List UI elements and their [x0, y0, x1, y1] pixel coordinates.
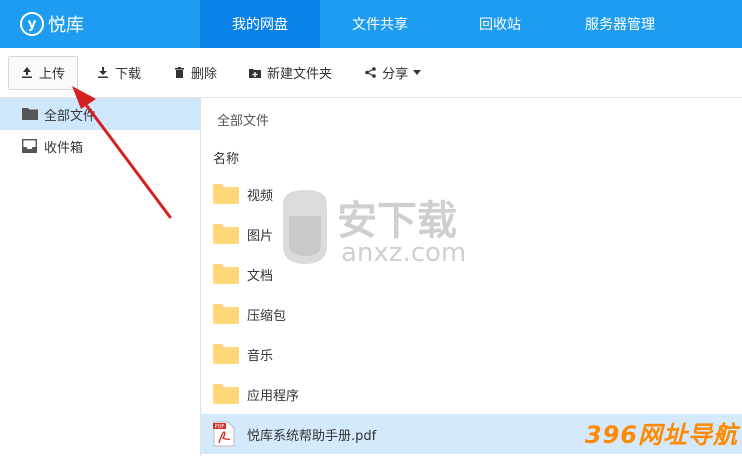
folder-icon — [213, 344, 239, 364]
file-name: 悦库系统帮助手册.pdf — [247, 428, 377, 444]
folder-icon — [213, 264, 239, 284]
file-row-archives[interactable]: 压缩包 — [201, 294, 742, 334]
file-row-documents[interactable]: 文档 — [201, 254, 742, 294]
download-button[interactable]: 下载 — [84, 56, 154, 90]
folder-icon — [213, 384, 239, 404]
sidebar-item-label: 收件箱 — [44, 140, 84, 156]
file-name: 文档 — [247, 268, 274, 284]
file-name: 视频 — [247, 188, 274, 204]
share-icon — [364, 66, 376, 80]
upload-label: 上传 — [39, 67, 66, 82]
sidebar: 全部文件 收件箱 — [0, 98, 201, 456]
main-nav: 我的网盘 文件共享 回收站 服务器管理 — [200, 0, 680, 48]
share-button[interactable]: 分享 — [351, 56, 434, 90]
upload-button[interactable]: 上传 — [8, 55, 79, 90]
sidebar-item-all-files[interactable]: 全部文件 — [0, 98, 200, 130]
file-toolbar: 上传 下载 删除 新建文件夹 分享 — [0, 48, 742, 98]
sidebar-item-label: 全部文件 — [44, 108, 97, 124]
new-folder-label: 新建文件夹 — [267, 67, 333, 82]
brand-name: 悦库 — [48, 15, 84, 36]
download-icon — [97, 66, 109, 80]
upload-icon — [21, 66, 33, 80]
file-panel: 全部文件 名称 视频 图片 文档 压缩包 音乐 应用程序 PDF 悦库系统帮助手… — [201, 98, 742, 456]
share-label: 分享 — [382, 67, 409, 82]
delete-button[interactable]: 删除 — [160, 56, 230, 90]
column-header-name[interactable]: 名称 — [213, 148, 239, 167]
folder-icon — [213, 224, 239, 244]
folder-icon — [213, 304, 239, 324]
file-row-help-manual[interactable]: PDF 悦库系统帮助手册.pdf — [201, 414, 742, 454]
file-name: 压缩包 — [247, 308, 287, 324]
brand-logo-icon: y — [20, 12, 44, 36]
file-list: 视频 图片 文档 压缩包 音乐 应用程序 PDF 悦库系统帮助手册.pdf — [201, 174, 742, 454]
download-label: 下载 — [115, 67, 142, 82]
file-row-videos[interactable]: 视频 — [201, 174, 742, 214]
nav-my-drive[interactable]: 我的网盘 — [200, 0, 320, 48]
nav-file-share[interactable]: 文件共享 — [320, 0, 440, 48]
delete-label: 删除 — [191, 67, 218, 82]
file-row-music[interactable]: 音乐 — [201, 334, 742, 374]
folder-icon — [213, 184, 239, 204]
file-row-applications[interactable]: 应用程序 — [201, 374, 742, 414]
folder-icon — [22, 107, 38, 121]
new-folder-icon — [249, 66, 262, 80]
top-nav-bar: y 悦库 我的网盘 文件共享 回收站 服务器管理 — [0, 0, 742, 48]
file-row-pictures[interactable]: 图片 — [201, 214, 742, 254]
trash-icon — [173, 66, 185, 80]
nav-server-admin[interactable]: 服务器管理 — [560, 0, 680, 48]
pdf-file-icon: PDF — [213, 421, 235, 447]
file-name: 应用程序 — [247, 388, 300, 404]
chevron-down-icon — [413, 70, 422, 75]
breadcrumb[interactable]: 全部文件 — [217, 110, 269, 129]
brand[interactable]: y 悦库 — [0, 0, 200, 48]
svg-text:PDF: PDF — [215, 424, 225, 430]
sidebar-item-inbox[interactable]: 收件箱 — [0, 130, 200, 162]
new-folder-button[interactable]: 新建文件夹 — [236, 56, 345, 90]
file-name: 音乐 — [247, 348, 274, 364]
file-name: 图片 — [247, 228, 274, 244]
inbox-icon — [22, 139, 38, 153]
nav-recycle-bin[interactable]: 回收站 — [440, 0, 560, 48]
